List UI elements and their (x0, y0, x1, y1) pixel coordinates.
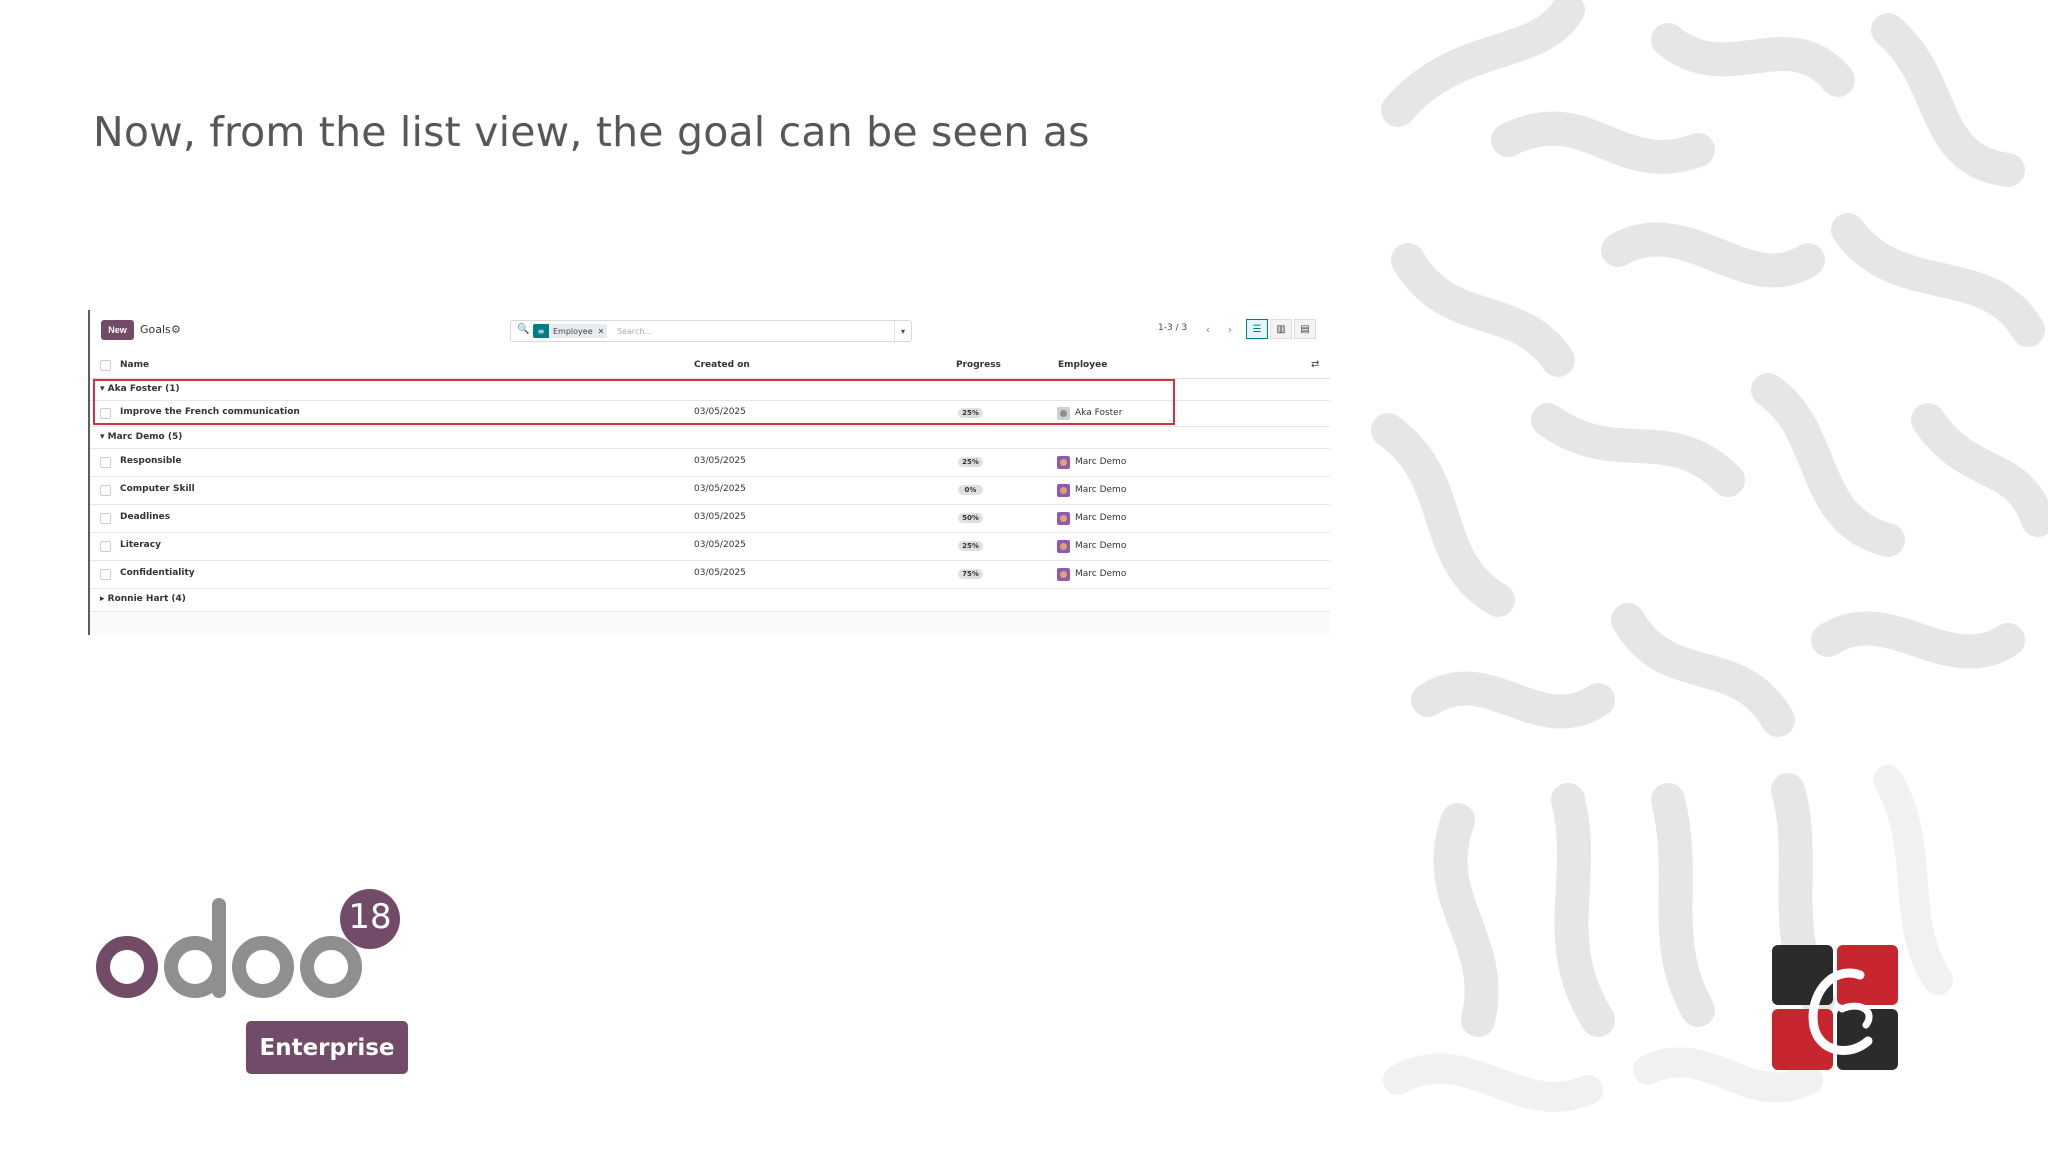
goal-name: Computer Skill (120, 484, 195, 494)
employee-name: Marc Demo (1075, 513, 1127, 523)
progress-badge: 0% (958, 485, 983, 495)
employee-name: Marc Demo (1075, 457, 1127, 467)
column-created-on[interactable]: Created on (694, 360, 750, 370)
chevron-down-icon[interactable]: ▾ (894, 321, 911, 341)
company-logo (1772, 945, 1898, 1070)
search-facet[interactable]: ≡ Employee ✕ (533, 324, 608, 338)
group-label: ▾ Marc Demo (5) (100, 432, 183, 442)
progress-badge: 50% (958, 513, 983, 523)
goal-name: Literacy (120, 540, 161, 550)
row-checkbox[interactable] (100, 457, 111, 468)
group-row-ronnie-hart[interactable]: ▸ Ronnie Hart (4) (90, 589, 1330, 612)
goal-name: Responsible (120, 456, 182, 466)
chevron-right-icon[interactable]: › (1220, 319, 1240, 339)
table-row[interactable]: Responsible 03/05/2025 25% Marc Demo (90, 449, 1330, 477)
goals-list-screenshot: New Goals ⚙ 🔍 ≡ Employee ✕ ▾ 1-3 / 3 ‹ ›… (88, 310, 1330, 635)
facet-label: Employee (549, 324, 597, 338)
row-checkbox[interactable] (100, 569, 111, 580)
caret-down-icon: ▾ (100, 432, 108, 442)
created-on: 03/05/2025 (694, 484, 746, 494)
row-checkbox[interactable] (100, 485, 111, 496)
table-row[interactable]: Computer Skill 03/05/2025 0% Marc Demo (90, 477, 1330, 505)
avatar (1057, 568, 1070, 581)
avatar (1057, 456, 1070, 469)
group-row-marc-demo[interactable]: ▾ Marc Demo (5) (90, 427, 1330, 449)
search-input[interactable] (617, 324, 867, 338)
caret-right-icon: ▸ (100, 594, 108, 604)
progress-badge: 25% (958, 457, 983, 467)
chevron-left-icon[interactable]: ‹ (1198, 319, 1218, 339)
gear-icon[interactable]: ⚙ (171, 323, 181, 336)
control-panel: New Goals ⚙ 🔍 ≡ Employee ✕ ▾ 1-3 / 3 ‹ ›… (90, 310, 1330, 350)
avatar (1057, 484, 1070, 497)
list-view-icon[interactable]: ☰ (1246, 319, 1268, 339)
progress-badge: 75% (958, 569, 983, 579)
graph-view-icon[interactable]: ▤ (1294, 319, 1316, 339)
created-on: 03/05/2025 (694, 456, 746, 466)
created-on: 03/05/2025 (694, 512, 746, 522)
pager-value[interactable]: 1-3 / 3 (1158, 323, 1187, 333)
column-employee[interactable]: Employee (1058, 360, 1107, 370)
avatar (1057, 512, 1070, 525)
highlight-box (93, 379, 1175, 425)
search-icon[interactable]: 🔍 (517, 324, 529, 335)
decorative-pattern (1368, 0, 2048, 1152)
avatar (1057, 540, 1070, 553)
version-badge: 18 (348, 897, 392, 937)
goal-name: Deadlines (120, 512, 171, 522)
progress-badge: 25% (958, 541, 983, 551)
table-row[interactable]: Confidentiality 03/05/2025 75% Marc Demo (90, 561, 1330, 589)
enterprise-badge: Enterprise (246, 1021, 408, 1074)
list-header: Name Created on Progress Employee ⇄ (90, 352, 1330, 379)
employee-name: Marc Demo (1075, 569, 1127, 579)
close-icon[interactable]: ✕ (596, 324, 608, 338)
column-progress[interactable]: Progress (956, 360, 1001, 370)
row-checkbox[interactable] (100, 513, 111, 524)
search-bar[interactable]: 🔍 ≡ Employee ✕ ▾ (510, 320, 912, 342)
select-all-checkbox[interactable] (100, 360, 111, 371)
employee-name: Marc Demo (1075, 485, 1127, 495)
kanban-view-icon[interactable]: ▥ (1270, 319, 1292, 339)
row-checkbox[interactable] (100, 541, 111, 552)
created-on: 03/05/2025 (694, 568, 746, 578)
group-label: ▸ Ronnie Hart (4) (100, 594, 186, 604)
new-button[interactable]: New (101, 320, 134, 340)
optional-columns-icon[interactable]: ⇄ (1311, 359, 1319, 370)
created-on: 03/05/2025 (694, 540, 746, 550)
list-footer-space (90, 612, 1330, 635)
employee-name: Marc Demo (1075, 541, 1127, 551)
column-name[interactable]: Name (120, 360, 149, 370)
breadcrumb[interactable]: Goals (140, 323, 171, 336)
slide-title: Now, from the list view, the goal can be… (93, 108, 1090, 156)
goal-name: Confidentiality (120, 568, 195, 578)
table-row[interactable]: Deadlines 03/05/2025 50% Marc Demo (90, 505, 1330, 533)
table-row[interactable]: Literacy 03/05/2025 25% Marc Demo (90, 533, 1330, 561)
group-by-icon: ≡ (533, 324, 549, 338)
